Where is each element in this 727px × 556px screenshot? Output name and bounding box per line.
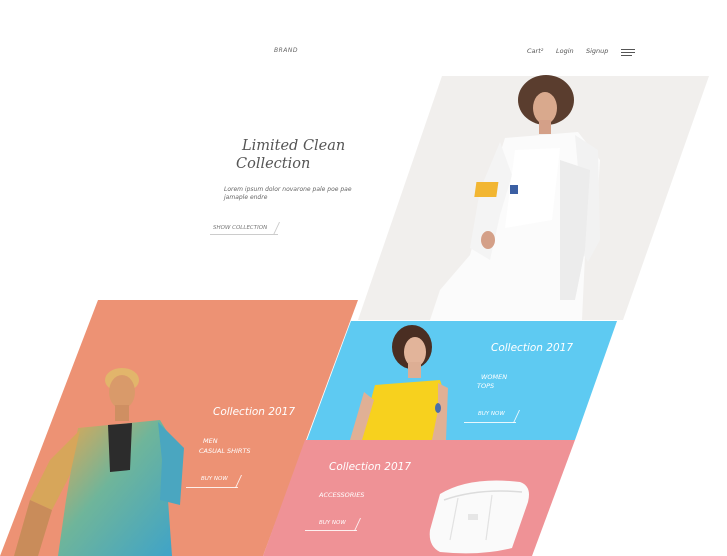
accessories-buy-underline	[305, 530, 357, 531]
accessories-category: ACCESSORIES	[319, 491, 365, 499]
accessories-collection-title: Collection 2017	[329, 461, 411, 473]
accessories-buy-now-button[interactable]: BUY NOW	[319, 520, 346, 526]
